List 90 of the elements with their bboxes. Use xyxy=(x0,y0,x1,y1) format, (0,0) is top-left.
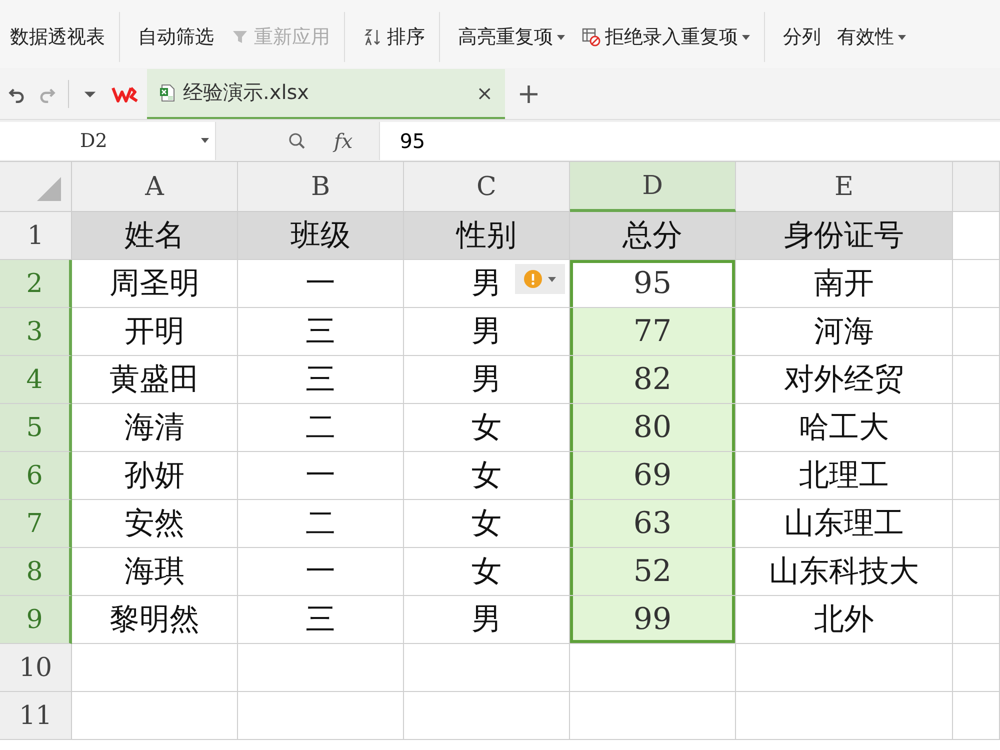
table-cell: 三 xyxy=(238,308,404,356)
table-cell xyxy=(953,500,1000,548)
caret-icon xyxy=(548,276,556,282)
table-cell: 一 xyxy=(238,548,404,596)
table-cell: 黄盛田 xyxy=(72,356,238,404)
column-header[interactable]: A xyxy=(72,162,238,212)
table-cell: 南开 xyxy=(736,260,953,308)
table-cell: 姓名 xyxy=(72,212,238,260)
function-button[interactable]: fx xyxy=(334,128,353,152)
table-cell xyxy=(953,356,1000,404)
caret-icon xyxy=(557,34,565,40)
corner-triangle-icon xyxy=(37,177,61,201)
table-cell: 一 xyxy=(238,452,404,500)
file-tab[interactable]: 经验演示.xlsx × xyxy=(147,68,505,118)
table-cell: 63 xyxy=(570,500,736,548)
table-cell xyxy=(953,692,1000,740)
table-cell: 孙妍 xyxy=(72,452,238,500)
table-cell xyxy=(953,548,1000,596)
caret-icon xyxy=(742,34,750,40)
table-cell xyxy=(953,404,1000,452)
column-header[interactable]: C xyxy=(404,162,570,212)
table-cell: 哈工大 xyxy=(736,404,953,452)
table-cell: 海琪 xyxy=(72,548,238,596)
table-cell: 69 xyxy=(570,452,736,500)
warning-icon xyxy=(524,270,542,288)
row-header[interactable]: 11 xyxy=(0,692,72,740)
table-cell: 一 xyxy=(238,260,404,308)
row-header[interactable]: 10 xyxy=(0,644,72,692)
table-cell: 三 xyxy=(238,596,404,644)
spreadsheet-file-icon xyxy=(159,84,175,102)
table-cell: 安然 xyxy=(72,500,238,548)
ribbon-button[interactable]: 排序 xyxy=(357,12,440,62)
reject-icon xyxy=(581,27,601,47)
name-box[interactable]: D2 xyxy=(0,122,216,160)
row-header[interactable]: 1 xyxy=(0,212,72,260)
table-cell: 北外 xyxy=(736,596,953,644)
row-header[interactable]: 5 xyxy=(0,404,72,452)
table-cell: 山东科技大 xyxy=(736,548,953,596)
table-cell: 男 xyxy=(404,260,570,308)
table-cell: 99 xyxy=(570,596,736,644)
column-header[interactable]: B xyxy=(238,162,404,212)
formula-input[interactable]: 95 xyxy=(378,122,1000,160)
row-header[interactable]: 2 xyxy=(0,260,72,308)
table-cell xyxy=(953,212,1000,260)
row-header[interactable]: 3 xyxy=(0,308,72,356)
table-cell: 性别 xyxy=(404,212,570,260)
table-cell: 80 xyxy=(570,404,736,452)
row-header[interactable]: 4 xyxy=(0,356,72,404)
ribbon-button[interactable]: 高亮重复项 xyxy=(452,20,571,54)
ribbon-button[interactable]: 数据透视表 xyxy=(4,12,120,62)
table-cell: 海清 xyxy=(72,404,238,452)
column-header[interactable]: E xyxy=(736,162,953,212)
column-header[interactable]: D xyxy=(570,162,736,212)
table-cell: 河海 xyxy=(736,308,953,356)
table-cell: 总分 xyxy=(570,212,736,260)
table-cell: 北理工 xyxy=(736,452,953,500)
caret-icon xyxy=(898,34,906,40)
ribbon-button[interactable]: 自动筛选 xyxy=(132,20,220,54)
table-cell: 周圣明 xyxy=(72,260,238,308)
error-check-button[interactable] xyxy=(515,264,565,294)
table-cell: 开明 xyxy=(72,308,238,356)
table-cell: 山东理工 xyxy=(736,500,953,548)
table-cell: 身份证号 xyxy=(736,212,953,260)
row-header[interactable]: 9 xyxy=(0,596,72,644)
new-tab-button[interactable]: + xyxy=(517,77,540,110)
row-header[interactable]: 8 xyxy=(0,548,72,596)
ribbon-button[interactable]: 有效性 xyxy=(831,20,912,54)
table-cell: 52 xyxy=(570,548,736,596)
sort-icon xyxy=(363,27,383,47)
table-cell xyxy=(953,452,1000,500)
table-cell xyxy=(953,308,1000,356)
table-cell: 二 xyxy=(238,404,404,452)
table-cell xyxy=(953,596,1000,644)
table-cell: 班级 xyxy=(238,212,404,260)
ribbon-button[interactable]: 分列 xyxy=(777,20,827,54)
table-cell xyxy=(953,260,1000,308)
zoom-icon[interactable] xyxy=(288,132,306,150)
row-header[interactable]: 6 xyxy=(0,452,72,500)
table-cell: 三 xyxy=(238,356,404,404)
close-tab-button[interactable]: × xyxy=(476,80,493,104)
table-cell: 黎明然 xyxy=(72,596,238,644)
table-cell: 二 xyxy=(238,500,404,548)
row-header[interactable]: 7 xyxy=(0,500,72,548)
table-cell: 对外经贸 xyxy=(736,356,953,404)
table-cell: 95 xyxy=(570,260,736,308)
table-cell xyxy=(953,644,1000,692)
ribbon-button[interactable]: 拒绝录入重复项 xyxy=(575,12,765,62)
caret-icon xyxy=(201,138,209,143)
table-cell: 82 xyxy=(570,356,736,404)
table-cell: 77 xyxy=(570,308,736,356)
